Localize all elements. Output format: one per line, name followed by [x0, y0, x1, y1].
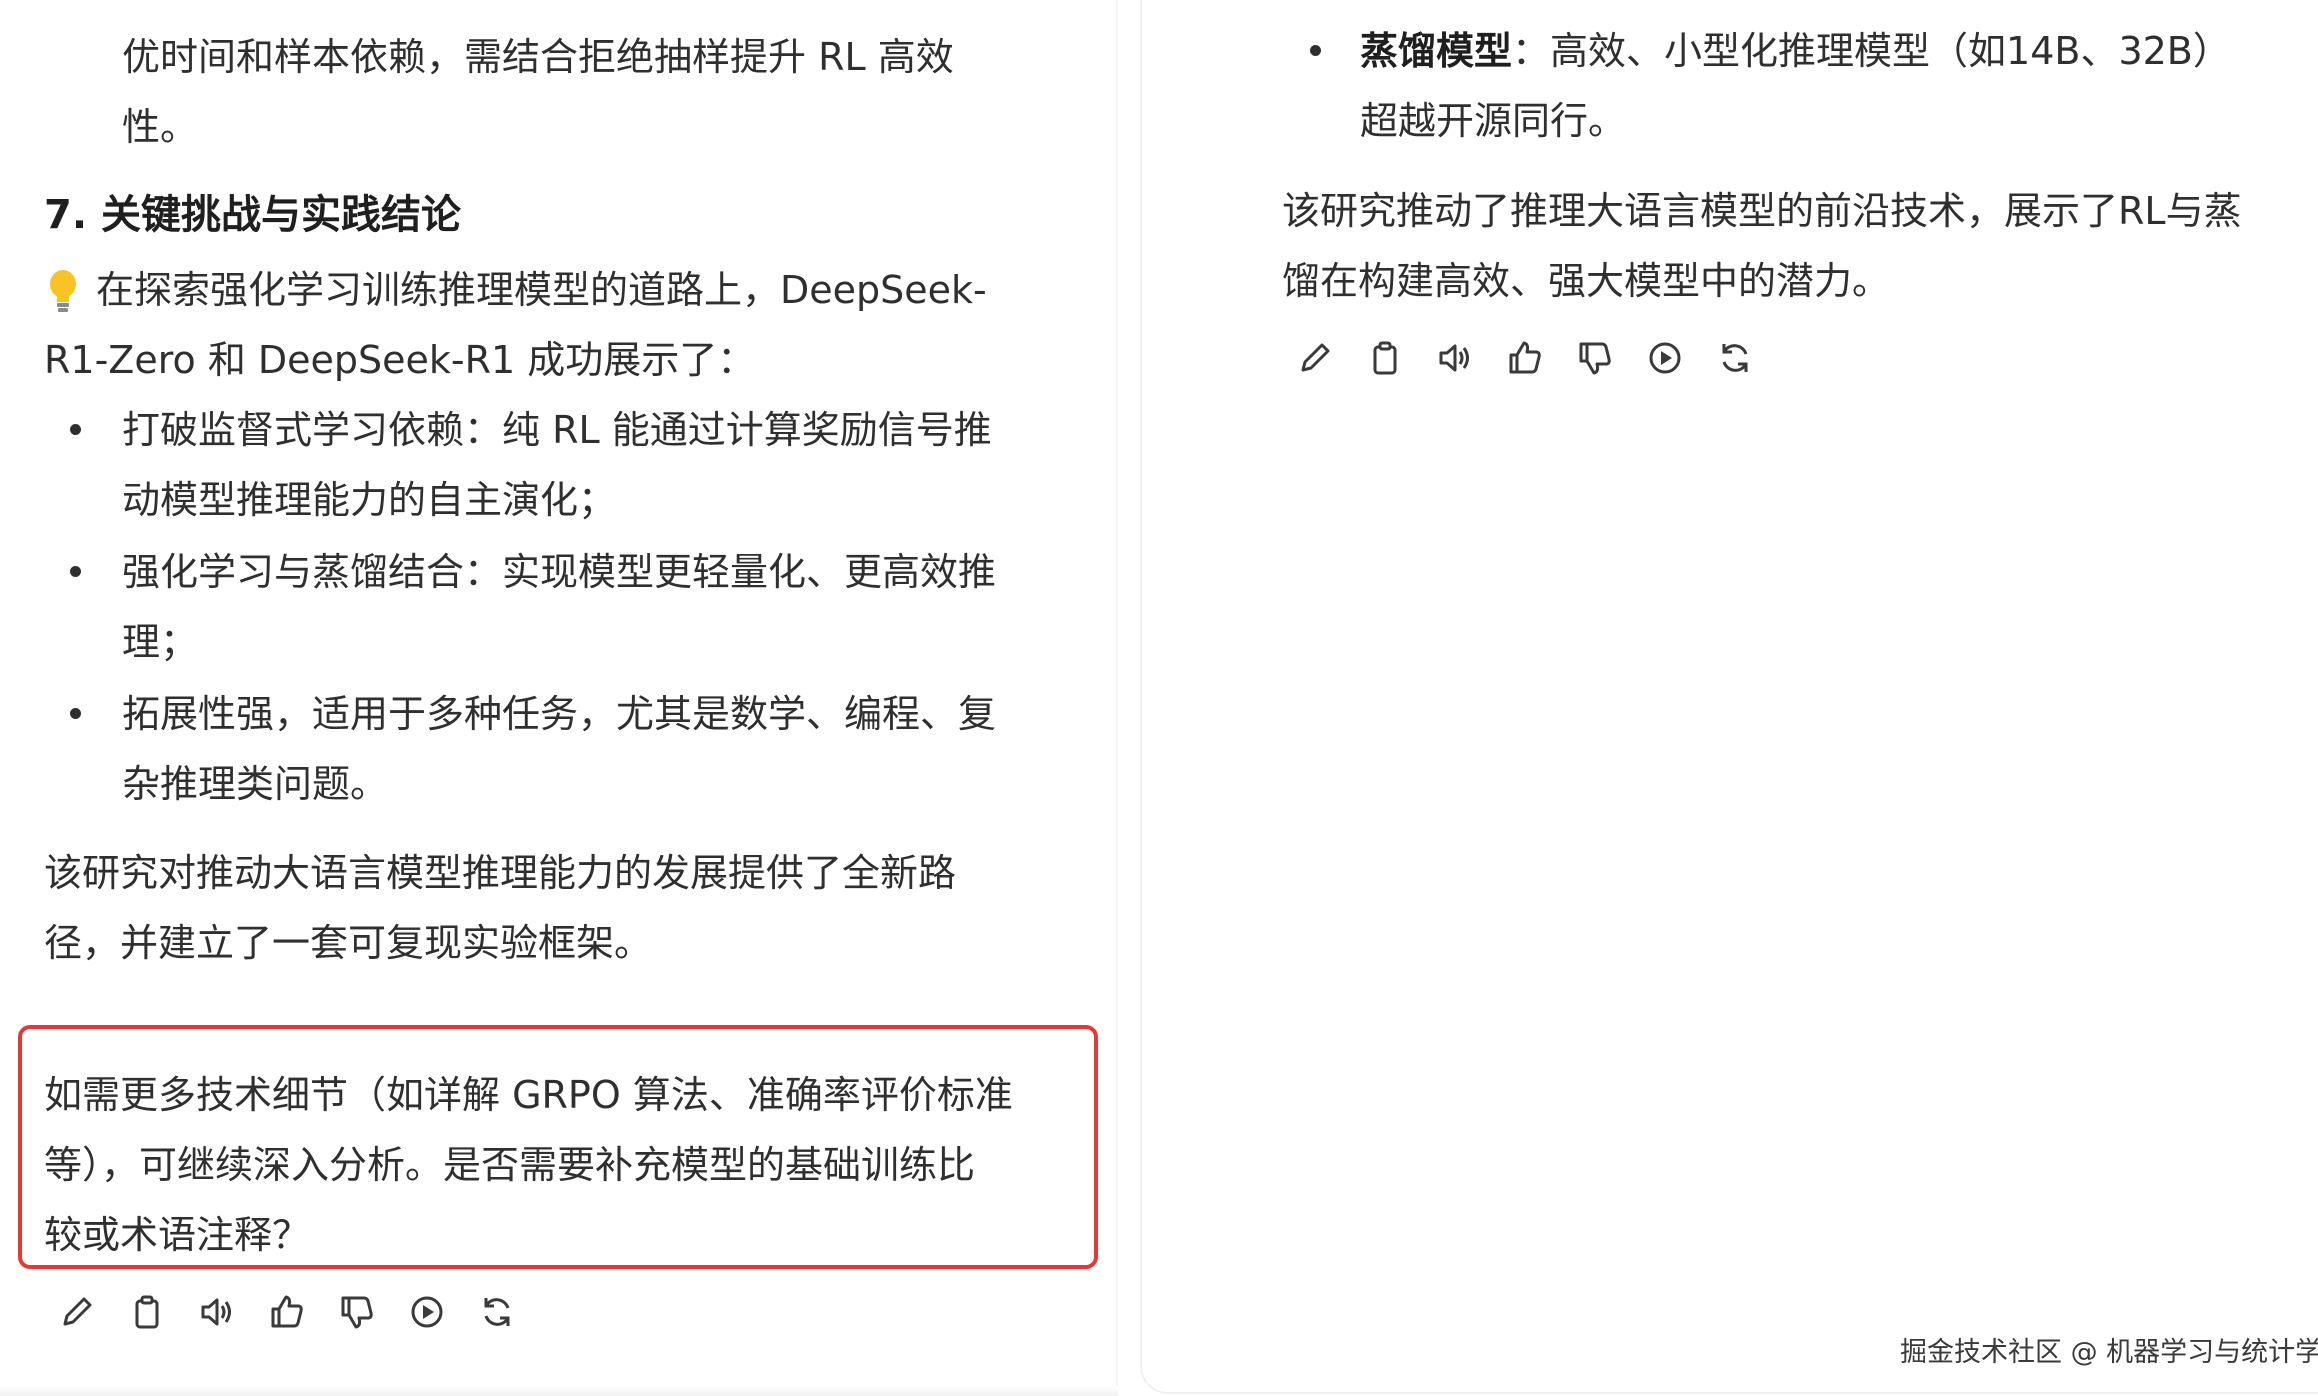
copy-icon	[1373, 341, 1397, 375]
list-item-line: 打破监督式学习依赖：纯 RL 能通过计算奖励信号推	[122, 408, 992, 452]
regenerate-button[interactable]	[1700, 328, 1770, 388]
paragraph-line: 优时间和样本依赖，需结合拒绝抽样提升 RL 高效	[122, 35, 954, 79]
list-item-line: 强化学习与蒸馏结合：实现模型更轻量化、更高效推	[122, 550, 997, 594]
paragraph-line: 性。	[122, 105, 199, 149]
play-icon	[411, 1296, 443, 1328]
edit-button[interactable]	[42, 1282, 112, 1342]
watermark: 掘金技术社区 @ 机器学习与统计学	[1900, 1337, 2318, 1368]
thumbs-down-icon	[1579, 342, 1611, 375]
list-item-line: 动模型推理能力的自主演化；	[122, 478, 617, 522]
play-icon	[1649, 342, 1681, 374]
read-aloud-button[interactable]	[1420, 328, 1490, 388]
bold-term: 蒸馏模型	[1360, 29, 1513, 73]
speaker-icon	[1439, 344, 1469, 372]
list-item-line: 拓展性强，适用于多种任务，尤其是数学、编程、复	[122, 692, 997, 736]
edit-icon	[1301, 343, 1330, 372]
thumbs-up-icon	[271, 1295, 303, 1328]
thumbs-down-icon	[341, 1296, 373, 1329]
followup-line: 如需更多技术细节（如详解 GRPO 算法、准确率评价标准	[44, 1073, 1013, 1117]
play-button[interactable]	[1630, 328, 1700, 388]
panel-bottom-shade	[0, 1386, 1118, 1396]
edit-icon	[63, 1297, 92, 1326]
right-chat-panel: 蒸馏模型：高效、小型化推理模型（如14B、32B） 超越开源同行。 该研究推动了…	[1140, 0, 2318, 1394]
read-aloud-button[interactable]	[182, 1282, 252, 1342]
message-toolbar-right	[1280, 328, 1770, 388]
followup-line: 较或术语注释？	[44, 1213, 311, 1257]
bullet-dot	[70, 566, 81, 577]
summary-line: 该研究推动了推理大语言模型的前沿技术，展示了RL与蒸	[1282, 189, 2242, 233]
speaker-icon	[201, 1298, 231, 1326]
thumbs-up-icon	[1509, 341, 1541, 374]
play-button[interactable]	[392, 1282, 462, 1342]
message-toolbar-left	[42, 1282, 532, 1342]
intro-line: R1-Zero 和 DeepSeek-R1 成功展示了：	[44, 338, 756, 382]
left-chat-panel: 优时间和样本依赖，需结合拒绝抽样提升 RL 高效 性。 7. 关键挑战与实践结论…	[0, 0, 1118, 1396]
copy-icon	[135, 1295, 159, 1329]
term-description: ：高效、小型化推理模型（如14B、32B）	[1512, 29, 2231, 73]
regenerate-button[interactable]	[462, 1282, 532, 1342]
dislike-button[interactable]	[1560, 328, 1630, 388]
panel-divider	[1116, 0, 1118, 1396]
bullet-dot	[70, 424, 81, 435]
refresh-icon	[484, 1298, 510, 1326]
summary-line: 馏在构建高效、强大模型中的潜力。	[1282, 259, 1891, 303]
refresh-icon	[1722, 344, 1748, 372]
bullet-dot	[70, 708, 81, 719]
list-item-line: 理；	[122, 620, 199, 664]
lightbulb-icon	[46, 268, 80, 314]
like-button[interactable]	[252, 1282, 322, 1342]
copy-button[interactable]	[1350, 328, 1420, 388]
conclusion-line: 径，并建立了一套可复现实验框架。	[44, 921, 653, 965]
bullet-dot	[1310, 45, 1321, 56]
intro-line: 在探索强化学习训练推理模型的道路上，DeepSeek-	[96, 268, 987, 312]
list-item-line: 超越开源同行。	[1360, 99, 1627, 143]
list-item-line: 杂推理类问题。	[122, 762, 389, 806]
edit-button[interactable]	[1280, 328, 1350, 388]
like-button[interactable]	[1490, 328, 1560, 388]
followup-line: 等），可继续深入分析。是否需要补充模型的基础训练比	[44, 1143, 976, 1187]
list-item-line: 蒸馏模型：高效、小型化推理模型（如14B、32B）	[1360, 16, 2231, 86]
dislike-button[interactable]	[322, 1282, 392, 1342]
conclusion-line: 该研究对推动大语言模型推理能力的发展提供了全新路	[44, 851, 957, 895]
copy-button[interactable]	[112, 1282, 182, 1342]
section-heading: 7. 关键挑战与实践结论	[44, 192, 461, 238]
